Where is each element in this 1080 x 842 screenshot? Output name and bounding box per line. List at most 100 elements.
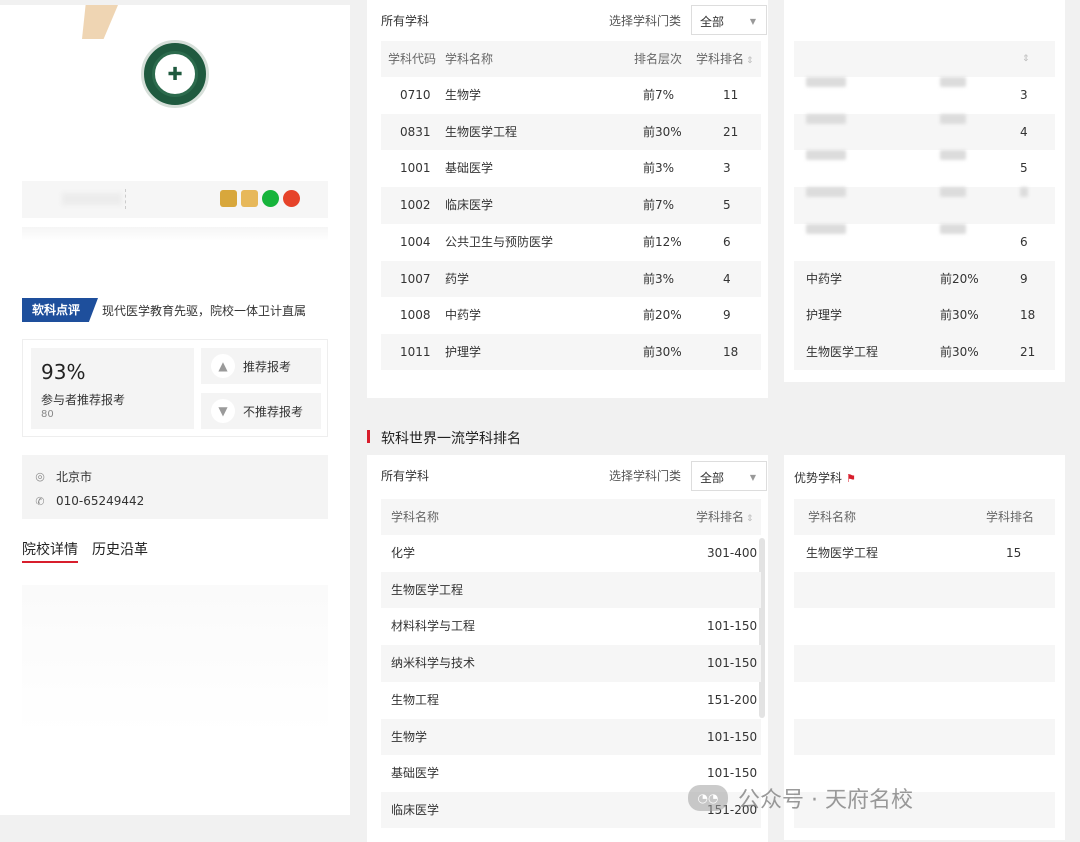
category-select[interactable]: 全部 ▼ xyxy=(691,5,767,35)
phone-text: 010-65249442 xyxy=(56,494,145,508)
table-row: 1011 护理学 前30% 18 xyxy=(381,333,761,371)
recommend-count: 80 xyxy=(41,409,54,420)
sort-icon: ⇕ xyxy=(746,56,754,66)
table-row: 中药学 前20% 9 xyxy=(794,260,1055,297)
table-row: 0831 生物医学工程 前30% 21 xyxy=(381,113,761,151)
rank-value: 101-150 xyxy=(707,619,758,634)
table-row: 1001 基础医学 前3% 3 xyxy=(381,150,761,187)
table-row: 材料科学与工程 101-150 xyxy=(381,608,761,645)
not-recommend-button[interactable]: ▼ 不推荐报考 xyxy=(201,393,321,429)
chevron-down-icon: ▼ xyxy=(749,17,756,26)
discipline-code: 1002 xyxy=(400,198,431,213)
recommend-percent: 93% xyxy=(41,360,86,384)
rank-level: 前30% xyxy=(643,344,682,359)
wechat-icon[interactable] xyxy=(262,190,279,207)
table-row xyxy=(794,187,1055,224)
side-table-header: ⇕ xyxy=(794,41,1055,77)
rank-value: 6 xyxy=(723,234,731,249)
table-row: 生物工程 151-200 xyxy=(381,682,761,719)
rank-level: 前3% xyxy=(643,271,675,286)
table-row-placeholder xyxy=(794,571,1055,609)
wechat-icon: ◔◔ xyxy=(688,785,728,811)
rank-level: 前12% xyxy=(643,234,682,249)
rank-value: 301-400 xyxy=(707,546,758,560)
table-row: 6 xyxy=(794,223,1055,261)
world-select-label: 选择学科门类 xyxy=(609,469,682,483)
discipline-name: 护理学 xyxy=(445,344,482,359)
discipline-ranking-card: 所有学科 选择学科门类 全部 ▼ 学科代码 学科名称 排名层次 学科排名 ⇕ 07… xyxy=(367,0,768,398)
weibo-icon[interactable] xyxy=(283,190,300,207)
rank-level: 前7% xyxy=(643,198,675,213)
rank-sort-header[interactable]: 学科排名 ⇕ xyxy=(696,41,754,79)
rank-value: 18 xyxy=(723,344,739,359)
world-category-select[interactable]: 全部 ▼ xyxy=(691,461,767,491)
table-row: 5 xyxy=(794,150,1055,187)
discipline-code: 1001 xyxy=(400,161,431,176)
table-row: 生物医学工程 15 xyxy=(794,535,1055,572)
rank-value: 21 xyxy=(1020,344,1036,359)
discipline-name: 生物学 xyxy=(445,88,482,102)
recommend-box: 93% 参与者推荐报考 80 ▲ 推荐报考 ▼ 不推荐报考 xyxy=(22,339,328,437)
discipline-name: 生物医学工程 xyxy=(445,124,518,139)
school-profile-card: ✚ 软科点评 现代医学教育先驱，院校一体卫计直属 93% 参与者推荐报考 80 … xyxy=(0,5,350,815)
discipline-name: 中药学 xyxy=(806,271,843,286)
world-table-header: 学科名称 学科排名 ⇕ xyxy=(381,499,761,535)
share-icon-1[interactable] xyxy=(220,190,237,207)
detail-tabs: 院校详情 历史沿革 xyxy=(22,539,148,563)
thumbs-down-icon: ▼ xyxy=(211,399,235,423)
rank-level: 前30% xyxy=(940,344,979,359)
table-row: 纳米科学与技术 101-150 xyxy=(381,645,761,682)
discipline-name: 生物学 xyxy=(391,729,428,744)
rank-value: 11 xyxy=(723,88,739,102)
discipline-name: 基础医学 xyxy=(445,161,494,176)
rank-level: 前20% xyxy=(940,271,979,286)
city-text: 北京市 xyxy=(56,470,93,484)
discipline-name: 生物医学工程 xyxy=(806,344,879,359)
table-row: 1008 中药学 前20% 9 xyxy=(381,297,761,334)
phone-icon: ✆ xyxy=(35,494,45,508)
discipline-name: 临床医学 xyxy=(445,198,494,213)
review-tag: 软科点评 xyxy=(22,298,99,322)
discipline-name: 基础医学 xyxy=(391,766,440,781)
rank-value: 21 xyxy=(723,124,739,139)
rank-level: 前7% xyxy=(643,88,675,102)
table-row: 护理学 前30% 18 xyxy=(794,297,1055,334)
rank-level: 前20% xyxy=(643,308,682,323)
share-icon-2[interactable] xyxy=(241,190,258,207)
rank-value: 3 xyxy=(1020,88,1028,102)
discipline-name: 公共卫生与预防医学 xyxy=(445,234,554,249)
rank-value: 101-150 xyxy=(707,656,758,671)
corner-decoration xyxy=(82,5,118,39)
tab-school-details[interactable]: 院校详情 xyxy=(22,539,78,563)
discipline-name: 生物医学工程 xyxy=(806,546,879,560)
review-text: 现代医学教育先驱，院校一体卫计直属 xyxy=(102,304,307,318)
discipline-name: 生物医学工程 xyxy=(391,582,464,597)
rank-value: 3 xyxy=(723,161,731,176)
table-row-placeholder xyxy=(794,718,1055,755)
table-row: 生物医学工程 xyxy=(381,571,761,609)
world-table-title: 所有学科 xyxy=(381,469,430,483)
ranking-title: 所有学科 xyxy=(381,14,430,28)
discipline-code: 1007 xyxy=(400,271,431,286)
recommend-button[interactable]: ▲ 推荐报考 xyxy=(201,348,321,384)
discipline-name: 中药学 xyxy=(445,308,482,323)
advantage-table-header: 学科名称 学科排名 xyxy=(794,499,1055,535)
thumbs-up-icon: ▲ xyxy=(211,354,235,378)
table-row: 3 xyxy=(794,77,1055,114)
discipline-name: 化学 xyxy=(391,546,416,560)
table-row-placeholder xyxy=(794,682,1055,719)
rank-level: 前3% xyxy=(643,161,675,176)
table-row-placeholder xyxy=(794,645,1055,682)
table-row: 1002 临床医学 前7% 5 xyxy=(381,187,761,224)
world-rank-sort-header[interactable]: 学科排名 ⇕ xyxy=(696,499,754,537)
table-row: 0710 生物学 前7% 11 xyxy=(381,77,761,114)
table-row: 1007 药学 前3% 4 xyxy=(381,260,761,297)
rank-value: 4 xyxy=(723,271,731,286)
tab-history[interactable]: 历史沿革 xyxy=(92,539,148,563)
discipline-name: 药学 xyxy=(445,271,470,286)
sort-icon: ⇕ xyxy=(746,514,754,524)
rank-value: 5 xyxy=(1020,161,1028,176)
location-icon: ◎ xyxy=(35,470,45,483)
discipline-name: 临床医学 xyxy=(391,802,440,817)
contact-info: ◎ 北京市 ✆ 010-65249442 xyxy=(22,455,328,519)
